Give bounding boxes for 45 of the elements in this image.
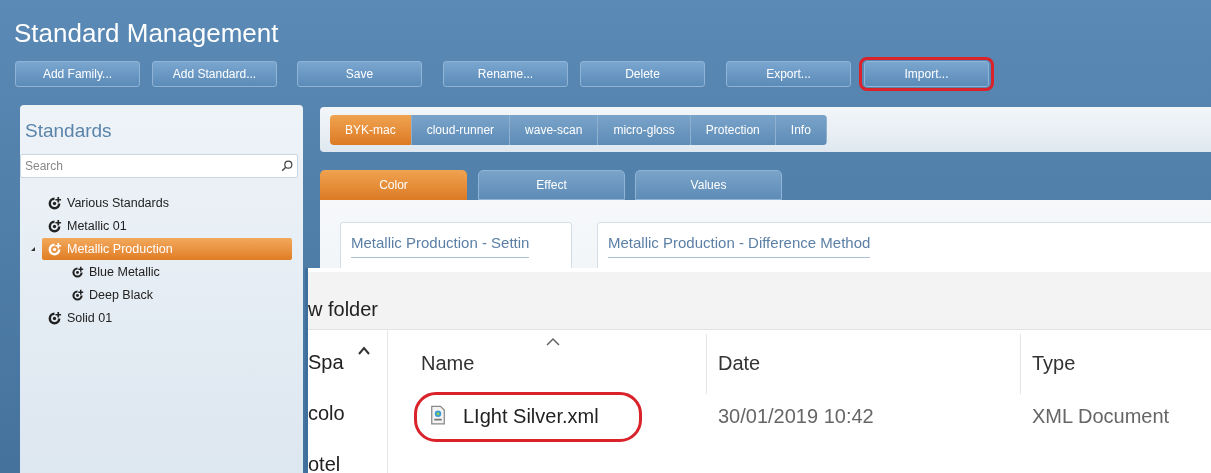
circle-arrow-icon: [71, 265, 84, 279]
device-tab[interactable]: wave-scan: [510, 115, 599, 145]
nav-item[interactable]: Spa: [308, 347, 344, 377]
nav-item[interactable]: colo: [308, 398, 345, 428]
toolbar-button[interactable]: Add Standard...: [152, 61, 277, 87]
view-tab[interactable]: Color: [320, 170, 467, 200]
folder-path: w folder: [308, 297, 379, 322]
view-tab[interactable]: Effect: [478, 170, 625, 200]
toolbar-button[interactable]: Export...: [726, 61, 851, 87]
circle-arrow-icon: [47, 310, 62, 326]
device-tab[interactable]: micro-gloss: [598, 115, 691, 145]
device-tab[interactable]: Info: [775, 115, 827, 145]
circle-arrow-icon: [47, 195, 62, 211]
column-header[interactable]: Type: [1032, 334, 1211, 378]
circle-arrow-icon: [47, 241, 62, 257]
xml-file-icon: [428, 405, 448, 425]
tree-item[interactable]: Metallic Production: [42, 238, 292, 260]
device-tab[interactable]: Protection: [690, 115, 776, 145]
device-tab[interactable]: BYK-mac: [330, 115, 412, 145]
file-name[interactable]: LIght Silver.xml: [463, 401, 599, 431]
column-header[interactable]: Date: [718, 334, 998, 378]
toolbar-button[interactable]: Save: [297, 61, 422, 87]
panel-title: Standards: [25, 119, 112, 143]
circle-arrow-icon: [47, 218, 62, 234]
file-date: 30/01/2019 10:42: [718, 404, 874, 429]
tree-item[interactable]: Metallic 01: [42, 215, 127, 237]
section-title: Metallic Production - Settin: [351, 232, 530, 258]
view-tab[interactable]: Values: [635, 170, 782, 200]
circle-arrow-icon: [71, 288, 84, 302]
tree-item[interactable]: Various Standards: [42, 192, 169, 214]
search-icon: [280, 159, 294, 173]
section-title: Metallic Production - Difference Method: [608, 232, 871, 258]
tree-item[interactable]: Solid 01: [42, 307, 113, 329]
file-type: XML Document: [1032, 404, 1170, 429]
window-title: Standard Management: [14, 17, 279, 50]
column-header[interactable]: Name: [421, 334, 701, 378]
toolbar-button[interactable]: Delete: [580, 61, 705, 87]
nav-item[interactable]: otel: [308, 449, 341, 473]
toolbar-button[interactable]: Rename...: [443, 61, 568, 87]
toolbar-button[interactable]: Add Family...: [15, 61, 140, 87]
tree-item[interactable]: Deep Black: [66, 284, 153, 306]
toolbar-button[interactable]: Import...: [864, 61, 989, 87]
tree-item[interactable]: Blue Metallic: [66, 261, 160, 283]
device-tab[interactable]: cloud-runner: [411, 115, 511, 145]
search-field[interactable]: Search: [20, 154, 298, 178]
